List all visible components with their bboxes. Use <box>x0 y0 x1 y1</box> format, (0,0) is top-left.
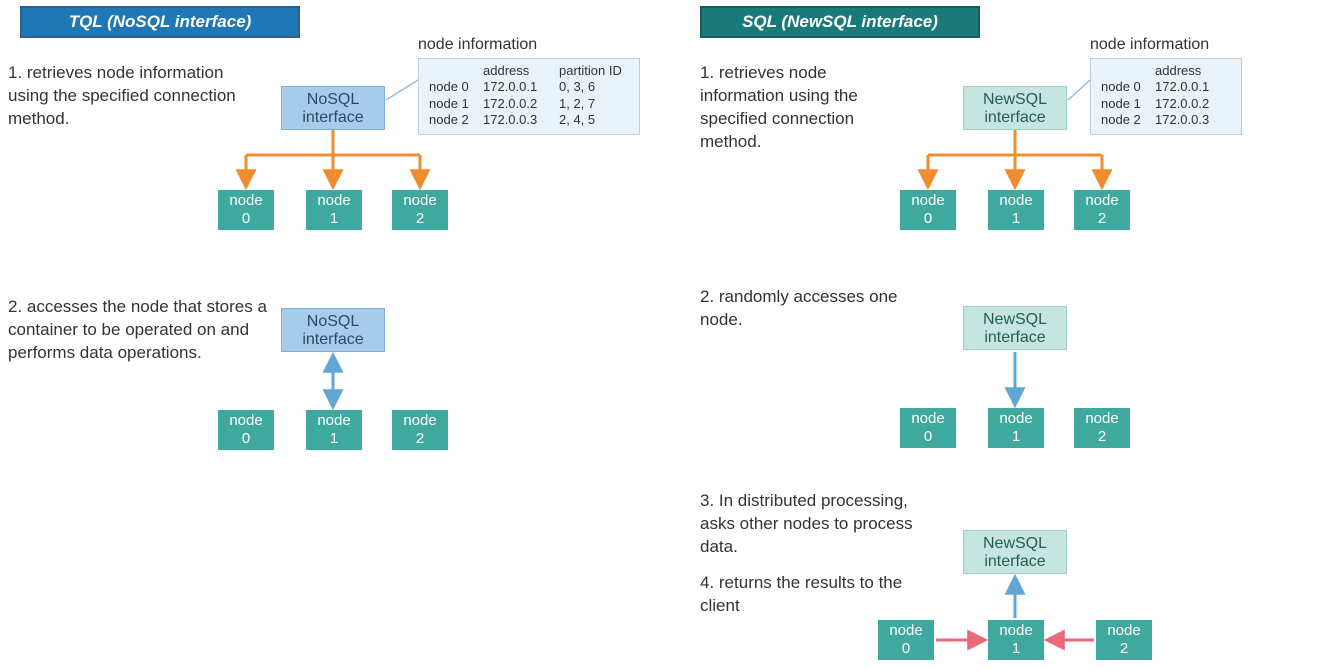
sql-step1-text: 1. retrieves node information using the … <box>700 62 910 154</box>
sql-node1-c: node1 <box>988 620 1044 660</box>
tql-row2-addr: 172.0.0.3 <box>483 112 559 128</box>
tql-node2-a: node2 <box>392 190 448 230</box>
sql-row1-node: node 1 <box>1101 96 1155 112</box>
sql-row1-addr: 172.0.0.2 <box>1155 96 1231 112</box>
sql-node2-c: node2 <box>1096 620 1152 660</box>
tql-step1-text: 1. retrieves node information using the … <box>8 62 248 131</box>
sql-step3-text: 3. In distributed processing, asks other… <box>700 490 930 559</box>
tql-row0-part: 0, 3, 6 <box>559 79 629 95</box>
tql-node1-b: node1 <box>306 410 362 450</box>
sql-row2-addr: 172.0.0.3 <box>1155 112 1231 128</box>
tql-node-info-table: address partition ID node 0 172.0.0.1 0,… <box>418 58 640 135</box>
sql-node2-a: node2 <box>1074 190 1130 230</box>
tql-node0-a: node0 <box>218 190 274 230</box>
sql-node0-c: node0 <box>878 620 934 660</box>
tql-node2-b: node2 <box>392 410 448 450</box>
nosql-interface-box-1: NoSQLinterface <box>281 86 385 130</box>
tql-node-info-label: node information <box>418 36 537 54</box>
sql-node0-a: node0 <box>900 190 956 230</box>
tql-row2-node: node 2 <box>429 112 483 128</box>
newsql-interface-label-3: NewSQLinterface <box>983 535 1047 570</box>
sql-row2-node: node 2 <box>1101 112 1155 128</box>
tql-hdr-address: address <box>483 63 559 79</box>
newsql-interface-box-2: NewSQLinterface <box>963 306 1067 350</box>
tql-row2-part: 2, 4, 5 <box>559 112 629 128</box>
tql-node1-a: node1 <box>306 190 362 230</box>
sql-node1-b: node1 <box>988 408 1044 448</box>
sql-row0-addr: 172.0.0.1 <box>1155 79 1231 95</box>
nosql-interface-box-2: NoSQLinterface <box>281 308 385 352</box>
tql-row0-addr: 172.0.0.1 <box>483 79 559 95</box>
newsql-interface-label: NewSQLinterface <box>983 91 1047 126</box>
sql-node0-b: node0 <box>900 408 956 448</box>
nosql-interface-label-2: NoSQLinterface <box>302 313 363 348</box>
sql-node1-a: node1 <box>988 190 1044 230</box>
sql-step2-text: 2. randomly accesses one node. <box>700 286 910 332</box>
sql-node2-b: node2 <box>1074 408 1130 448</box>
newsql-interface-label-2: NewSQLinterface <box>983 311 1047 346</box>
sql-title: SQL (NewSQL interface) <box>700 6 980 38</box>
tql-row1-addr: 172.0.0.2 <box>483 96 559 112</box>
sql-step4-text: 4. returns the results to the client <box>700 572 930 618</box>
sql-row0-node: node 0 <box>1101 79 1155 95</box>
newsql-interface-box-3: NewSQLinterface <box>963 530 1067 574</box>
sql-hdr-address: address <box>1155 63 1231 79</box>
sql-node-info-table: address node 0 172.0.0.1 node 1 172.0.0.… <box>1090 58 1242 135</box>
nosql-interface-label: NoSQLinterface <box>302 91 363 126</box>
newsql-interface-box-1: NewSQLinterface <box>963 86 1067 130</box>
tql-row1-node: node 1 <box>429 96 483 112</box>
tql-title: TQL (NoSQL interface) <box>20 6 300 38</box>
tql-row1-part: 1, 2, 7 <box>559 96 629 112</box>
tql-row0-node: node 0 <box>429 79 483 95</box>
tql-step2-text: 2. accesses the node that stores a conta… <box>8 296 268 365</box>
tql-node0-b: node0 <box>218 410 274 450</box>
tql-hdr-partition: partition ID <box>559 63 629 79</box>
sql-node-info-label: node information <box>1090 36 1209 54</box>
